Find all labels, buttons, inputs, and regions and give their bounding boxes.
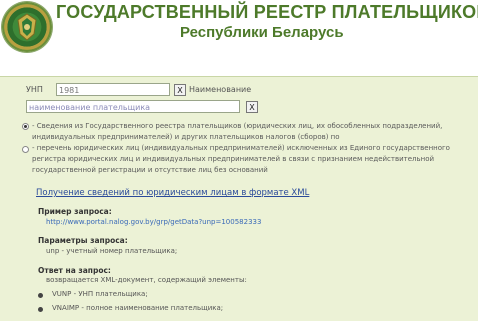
list-bullet-icon [38,293,43,298]
unp-input[interactable]: 1981 [56,83,170,96]
option-text-registry: - Сведения из Государственного реестра п… [32,122,443,141]
option-text-excluded: - перечень юридических лиц (индивидуальн… [32,144,450,174]
xml-section-link[interactable]: Получение сведений по юридическим лицам … [36,188,309,198]
response-text: возвращается XML-документ, содержащий эл… [46,276,247,284]
response-heading: Ответ на запрос: [38,266,111,275]
example-heading: Пример запроса: [38,207,112,216]
header: ГОСУДАРСТВЕННЫЙ РЕЕСТР ПЛАТЕЛЬЩИКОВ Респ… [0,0,478,76]
search-panel: УНП 1981 X Наименование наименование пла… [0,76,478,321]
page-title: ГОСУДАРСТВЕННЫЙ РЕЕСТР ПЛАТЕЛЬЩИКОВ [56,2,478,22]
unp-label: УНП [26,85,43,94]
example-url-link[interactable]: http://www.portal.nalog.gov.by/grp/getDa… [46,218,261,226]
page-subtitle: Республики Беларусь [180,24,344,41]
clear-name-button[interactable]: X [246,101,258,113]
clear-unp-button[interactable]: X [174,84,186,96]
name-input[interactable]: наименование плательщика [26,100,240,113]
params-heading: Параметры запроса: [38,236,128,245]
params-text: unp - учетный номер плательщика; [46,247,178,255]
list-item: VUNP - УНП плательщика; [52,290,148,298]
customs-emblem-icon [2,2,52,52]
name-label: Наименование [189,85,252,94]
option-radio-excluded[interactable] [22,146,29,153]
option-radio-registry[interactable] [22,123,29,130]
list-bullet-icon [38,307,43,312]
list-item: VNAIMP - полное наименование плательщика… [52,304,224,312]
